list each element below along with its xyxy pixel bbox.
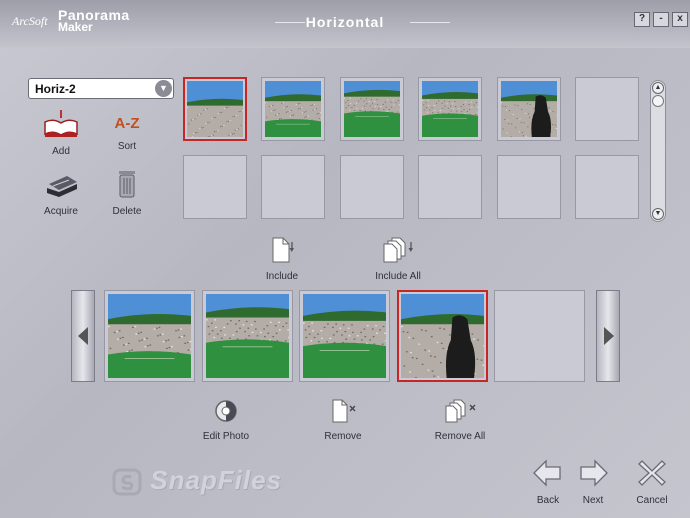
book-icon [44, 110, 78, 137]
cancel-x-icon [638, 460, 666, 486]
sort-button[interactable]: A-Z Sort [97, 110, 157, 152]
photo-thumbnail[interactable] [396, 290, 488, 382]
album-dropdown-value: Horiz-2 [35, 82, 76, 96]
photo-image [303, 294, 386, 378]
photo-image [265, 81, 322, 137]
include-label: Include [265, 271, 299, 282]
remove-all-label: Remove All [434, 431, 486, 442]
strip-scroll-left-button[interactable] [71, 290, 95, 382]
stadium-photo [400, 294, 484, 378]
watermark-text: SnapFiles [150, 465, 283, 495]
brand-name: ArcSoft [12, 14, 48, 28]
back-arrow-icon [533, 459, 561, 487]
delete-label: Delete [112, 206, 142, 217]
stadium-photo [422, 81, 479, 137]
photo-thumbnail[interactable] [201, 290, 293, 382]
stadium-photo [205, 294, 289, 378]
sort-label: Sort [117, 141, 137, 152]
empty-slot[interactable] [496, 155, 561, 219]
minimize-button[interactable]: - [653, 12, 669, 27]
photo-thumbnail[interactable] [418, 77, 483, 141]
empty-slot[interactable] [575, 155, 639, 219]
cancel-button[interactable]: Cancel [629, 458, 675, 506]
stadium-photo [343, 81, 400, 137]
photo-thumbnail[interactable] [104, 290, 195, 382]
product-name-line2: Maker [58, 20, 93, 34]
empty-slot[interactable] [339, 155, 404, 219]
remove-button[interactable]: Remove [298, 399, 388, 442]
remove-all-button[interactable]: Remove All [415, 399, 505, 442]
edit-photo-button[interactable]: Edit Photo [181, 399, 271, 442]
photo-thumbnail[interactable] [261, 77, 326, 141]
trash-icon [119, 171, 135, 198]
title-rule-right [410, 22, 450, 23]
photo-image [108, 294, 191, 378]
help-button[interactable]: ? [634, 12, 650, 27]
arrow-right-icon [604, 327, 614, 345]
chevron-down-icon[interactable]: ▼ [155, 80, 172, 97]
photo-image [343, 81, 400, 137]
remove-label: Remove [324, 431, 362, 442]
photo-image [205, 294, 289, 378]
include-icon [272, 237, 294, 263]
scanner-icon [47, 176, 77, 197]
arrow-left-icon [78, 327, 88, 345]
empty-slot[interactable] [183, 155, 247, 219]
empty-slot[interactable] [575, 77, 639, 141]
photo-thumbnail[interactable] [339, 77, 404, 141]
remove-all-icon [445, 399, 476, 423]
empty-slot[interactable] [418, 155, 483, 219]
edit-photo-icon [215, 400, 237, 422]
photo-thumbnail[interactable] [496, 77, 561, 141]
snapfiles-logo-icon [112, 468, 142, 496]
scrollbar-thumb[interactable] [652, 95, 664, 107]
stadium-photo [265, 81, 322, 137]
panorama-maker-window: ArcSoft Panorama Maker Horizontal ? - x … [0, 0, 690, 518]
include-all-label: Include All [375, 271, 421, 282]
remove-icon [332, 399, 356, 423]
sort-icon: A-Z [109, 110, 145, 138]
next-label: Next [582, 495, 604, 506]
next-button[interactable]: Next [570, 458, 616, 506]
stadium-photo [108, 294, 191, 378]
photo-image [400, 294, 484, 378]
back-label: Back [536, 495, 560, 506]
delete-button[interactable]: Delete [97, 170, 157, 217]
photo-image [422, 81, 479, 137]
photo-image [187, 81, 243, 137]
close-button[interactable]: x [672, 12, 688, 27]
scroll-down-icon[interactable]: ▼ [652, 208, 664, 220]
watermark: SnapFiles [112, 465, 282, 497]
photo-thumbnail[interactable] [183, 77, 247, 141]
acquire-label: Acquire [44, 206, 78, 217]
add-button[interactable]: Add [31, 110, 91, 157]
back-button[interactable]: Back [525, 458, 571, 506]
title-bar: ArcSoft Panorama Maker Horizontal ? - x [0, 0, 690, 48]
window-title: Horizontal [305, 14, 385, 30]
photo-thumbnail[interactable] [299, 290, 390, 382]
acquire-button[interactable]: Acquire [31, 170, 91, 217]
window-controls: ? - x [634, 12, 688, 27]
stadium-photo [303, 294, 386, 378]
include-all-icon [383, 237, 413, 263]
album-dropdown[interactable]: Horiz-2 ▼ [28, 78, 174, 99]
stadium-photo [500, 81, 557, 137]
scroll-up-icon[interactable]: ▲ [652, 82, 664, 94]
include-all-button[interactable]: Include All [358, 236, 438, 282]
album-scrollbar[interactable]: ▲ ▼ [650, 80, 666, 222]
stadium-photo [187, 81, 243, 137]
add-label: Add [52, 146, 70, 157]
photo-image [500, 81, 557, 137]
empty-slot[interactable] [261, 155, 326, 219]
strip-scroll-right-button[interactable] [596, 290, 620, 382]
sort-icon-text: A-Z [114, 115, 140, 132]
next-arrow-icon [580, 459, 608, 487]
edit-photo-label: Edit Photo [202, 431, 250, 442]
include-button[interactable]: Include [242, 236, 322, 282]
cancel-label: Cancel [636, 495, 668, 506]
empty-slot[interactable] [494, 290, 585, 382]
